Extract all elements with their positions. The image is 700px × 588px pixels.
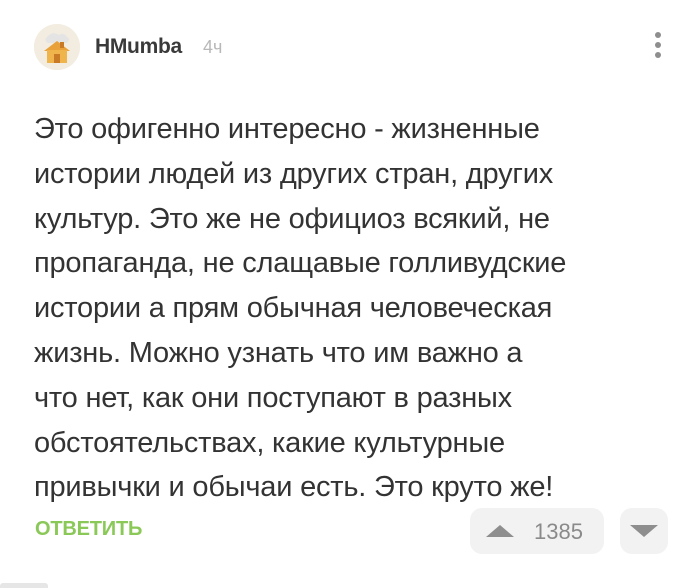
more-dot (655, 52, 661, 58)
next-comment-edge (0, 583, 700, 588)
comment-text: Это офигенно интересно - жизненные истор… (34, 113, 567, 504)
author-name[interactable]: HMumba (95, 35, 182, 59)
next-comment-tab (0, 583, 48, 588)
more-dot (655, 42, 661, 48)
triangle-up-icon (486, 525, 514, 537)
upvote-button[interactable]: 1385 (470, 508, 604, 554)
post-time: 4ч (203, 37, 223, 57)
reply-button[interactable]: ОТВЕТИТЬ (35, 518, 142, 541)
user-avatar[interactable] (34, 24, 80, 70)
more-dot (655, 32, 661, 38)
more-vertical-icon[interactable] (648, 28, 668, 70)
comment-header: HMumba 4ч (0, 0, 700, 100)
downvote-button[interactable] (620, 508, 668, 554)
house-avatar-icon (34, 24, 80, 70)
rating-count: 1385 (534, 519, 583, 544)
triangle-down-icon (630, 525, 658, 537)
